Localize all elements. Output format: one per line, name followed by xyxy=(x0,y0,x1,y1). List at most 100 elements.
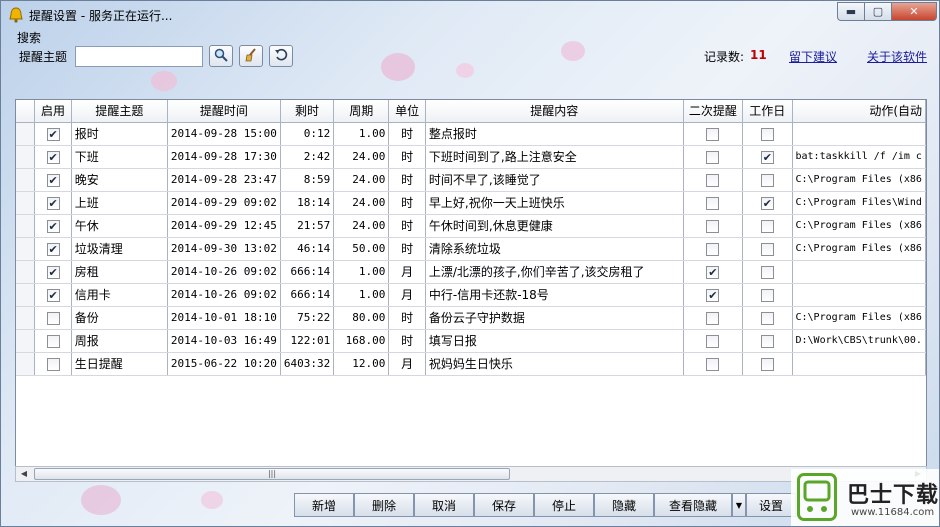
table-row[interactable]: ✔ 上班 2014-09-29 09:02 18:14 24.00 时早上好,祝你一天上班… xyxy=(16,191,926,215)
enabled-checkbox[interactable]: ✔ xyxy=(46,265,60,279)
leave-suggestion-link[interactable]: 留下建议 xyxy=(789,48,837,65)
unit-cell: 月 xyxy=(388,260,426,284)
second-reminder-checkbox[interactable] xyxy=(706,334,720,348)
workday-checkbox[interactable] xyxy=(760,357,774,371)
table-row[interactable]: ✔ 垃圾清理 2014-09-30 13:02 46:14 50.00 时清除系统垃圾 C:… xyxy=(16,237,926,261)
table-row[interactable]: ✔ 房租 2014-10-26 09:02 666:14 1.00 月上漂/北漂的孩子,你… xyxy=(16,260,926,284)
second-reminder-checkbox[interactable] xyxy=(706,242,720,256)
row-header[interactable] xyxy=(16,168,36,192)
enabled-checkbox[interactable] xyxy=(46,334,60,348)
view-hidden-button[interactable]: 查看隐藏 xyxy=(654,493,732,517)
enabled-checkbox[interactable] xyxy=(46,357,60,371)
enabled-checkbox[interactable]: ✔ xyxy=(46,288,60,302)
column-header[interactable]: 提醒时间 xyxy=(167,100,281,123)
table-row[interactable]: ✔ 信用卡 2014-10-26 09:02 666:14 1.00 月中行-信用卡还款-… xyxy=(16,283,926,307)
reset-button[interactable] xyxy=(269,45,293,67)
second-reminder-checkbox[interactable] xyxy=(706,150,720,164)
table-row[interactable]: ✔ 下班 2014-09-28 17:30 2:42 24.00 时下班时间到了,路上注意… xyxy=(16,145,926,169)
table-row[interactable]: ✔ 晚安 2014-09-28 23:47 8:59 24.00 时时间不早了,该睡觉了 C… xyxy=(16,168,926,192)
workday-checkbox[interactable] xyxy=(760,219,774,233)
settings-button[interactable]: 设置 xyxy=(746,493,796,517)
row-header[interactable] xyxy=(16,214,36,238)
site-watermark: 巴士下载 www.11684.com xyxy=(791,469,939,526)
time-cell: 2014-10-01 18:10 xyxy=(167,306,281,330)
enabled-cell xyxy=(34,306,72,330)
column-header[interactable]: 二次提醒 xyxy=(683,100,744,123)
maximize-button[interactable]: ▢ xyxy=(864,2,891,21)
second-reminder-checkbox[interactable] xyxy=(706,127,720,141)
second-reminder-checkbox[interactable] xyxy=(706,219,720,233)
table-row[interactable]: ✔ 报时 2014-09-28 15:00 0:12 1.00 时整点报时 xyxy=(16,122,926,146)
column-header[interactable]: 启用 xyxy=(34,100,72,123)
topic-cell: 生日提醒 xyxy=(71,352,168,376)
row-header[interactable] xyxy=(16,260,36,284)
unit-cell: 月 xyxy=(388,352,426,376)
row-header[interactable] xyxy=(16,237,36,261)
column-header[interactable]: 工作日 xyxy=(742,100,793,123)
table-row[interactable]: ✔ 午休 2014-09-29 12:45 21:57 24.00 时午休时间到,休息更健… xyxy=(16,214,926,238)
search-button[interactable] xyxy=(209,45,233,67)
table-row[interactable]: 生日提醒 2015-06-22 10:20 6403:32 12.00 月祝妈妈生日快乐 xyxy=(16,352,926,376)
workday-cell xyxy=(742,237,793,261)
about-software-link[interactable]: 关于该软件 xyxy=(867,48,927,65)
workday-checkbox[interactable] xyxy=(760,311,774,325)
enabled-checkbox[interactable]: ✔ xyxy=(46,150,60,164)
delete-button[interactable]: 删除 xyxy=(354,493,414,517)
hide-button[interactable]: 隐藏 xyxy=(594,493,654,517)
time-cell: 2015-06-22 10:20 xyxy=(167,352,281,376)
clear-button[interactable] xyxy=(239,45,263,67)
topic-label: 提醒主题 xyxy=(19,50,68,64)
enabled-checkbox[interactable] xyxy=(46,311,60,325)
enabled-checkbox[interactable]: ✔ xyxy=(46,127,60,141)
workday-cell xyxy=(742,260,793,284)
minimize-button[interactable]: ▬ xyxy=(837,2,864,21)
add-button[interactable]: 新增 xyxy=(294,493,354,517)
column-header[interactable]: 提醒内容 xyxy=(425,100,684,123)
enabled-checkbox[interactable]: ✔ xyxy=(46,242,60,256)
stop-button[interactable]: 停止 xyxy=(534,493,594,517)
table-row[interactable]: 周报 2014-10-03 16:49 122:01 168.00 时填写日报 D:\Wo… xyxy=(16,329,926,353)
column-header[interactable]: 动作(自动 xyxy=(792,100,926,123)
row-header[interactable] xyxy=(16,352,36,376)
workday-checkbox[interactable] xyxy=(760,127,774,141)
row-header[interactable] xyxy=(16,191,36,215)
row-header[interactable] xyxy=(16,306,36,330)
second-reminder-checkbox[interactable] xyxy=(706,196,720,210)
column-header[interactable]: 剩时 xyxy=(280,100,335,123)
second-reminder-checkbox[interactable] xyxy=(706,311,720,325)
enabled-checkbox[interactable]: ✔ xyxy=(46,196,60,210)
scroll-left-icon[interactable]: ◀ xyxy=(16,467,32,481)
enabled-checkbox[interactable]: ✔ xyxy=(46,173,60,187)
workday-checkbox[interactable] xyxy=(760,173,774,187)
period-cell: 24.00 xyxy=(333,168,390,192)
close-button[interactable]: ✕ xyxy=(891,2,937,21)
app-bell-icon xyxy=(7,6,25,24)
workday-checkbox[interactable]: ✔ xyxy=(760,150,774,164)
save-button[interactable]: 保存 xyxy=(474,493,534,517)
row-header[interactable] xyxy=(16,329,36,353)
column-header[interactable]: 单位 xyxy=(388,100,426,123)
table-row[interactable]: 备份 2014-10-01 18:10 75:22 80.00 时备份云子守护数据 C:\… xyxy=(16,306,926,330)
view-hidden-dropdown-icon[interactable]: ▼ xyxy=(732,493,746,517)
cancel-button[interactable]: 取消 xyxy=(414,493,474,517)
row-header[interactable] xyxy=(16,283,36,307)
scroll-thumb[interactable]: ||| xyxy=(34,468,510,480)
content-cell: 备份云子守护数据 xyxy=(425,306,684,330)
workday-checkbox[interactable] xyxy=(760,288,774,302)
row-header[interactable] xyxy=(16,122,36,146)
workday-checkbox[interactable] xyxy=(760,265,774,279)
second-reminder-checkbox[interactable]: ✔ xyxy=(706,288,720,302)
second-reminder-checkbox[interactable] xyxy=(706,173,720,187)
workday-checkbox[interactable] xyxy=(760,242,774,256)
remaining-cell: 0:12 xyxy=(280,122,335,146)
second-reminder-checkbox[interactable]: ✔ xyxy=(706,265,720,279)
second-reminder-checkbox[interactable] xyxy=(706,357,720,371)
workday-checkbox[interactable] xyxy=(760,334,774,348)
topic-search-input[interactable] xyxy=(75,46,203,67)
column-header[interactable]: 周期 xyxy=(333,100,390,123)
enabled-checkbox[interactable]: ✔ xyxy=(46,219,60,233)
broom-icon xyxy=(244,47,258,65)
column-header[interactable]: 提醒主题 xyxy=(71,100,168,123)
row-header[interactable] xyxy=(16,145,36,169)
workday-checkbox[interactable]: ✔ xyxy=(760,196,774,210)
